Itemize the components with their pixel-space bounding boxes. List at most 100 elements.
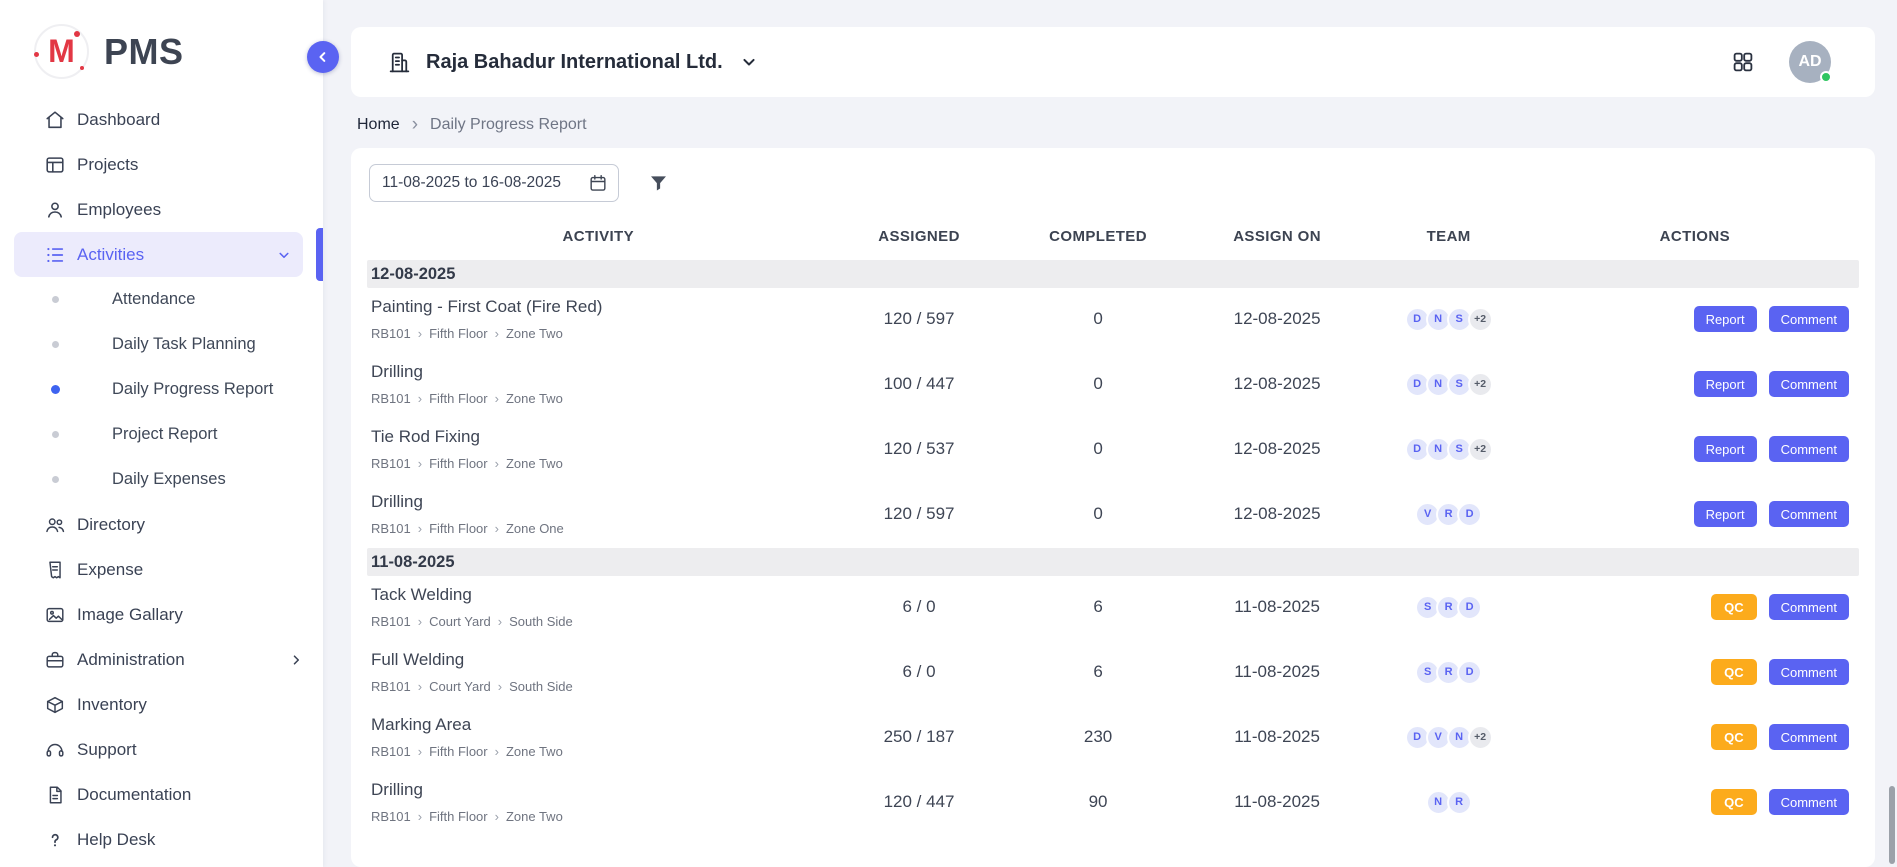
chevron-right-icon: ›	[495, 326, 499, 341]
sidebar-collapse-button[interactable]	[307, 41, 339, 73]
assigned-value: 120 / 597	[830, 504, 1009, 524]
team-avatar: D	[1457, 502, 1482, 527]
actions-cell: Report Comment	[1531, 436, 1859, 462]
qc-button[interactable]: QC	[1711, 789, 1757, 815]
chevron-right-icon: ›	[495, 744, 499, 759]
filter-icon[interactable]	[647, 172, 670, 195]
comment-button[interactable]: Comment	[1769, 724, 1849, 750]
path-segment: Zone Two	[506, 744, 563, 759]
activity-cell: Marking AreaRB101›Fifth Floor›Zone Two	[367, 715, 830, 759]
activity-cell: Tack Welding RB101›Court Yard›South Side	[367, 585, 830, 629]
actions-cell: Report Comment	[1531, 501, 1859, 527]
sidebar-item-expense[interactable]: Expense	[0, 547, 323, 592]
activity-name: Tack Welding	[371, 585, 830, 605]
chevron-right-icon: ›	[495, 391, 499, 406]
activity-cell: Full WeldingRB101›Court Yard›South Side	[367, 650, 830, 694]
qc-button[interactable]: QC	[1711, 659, 1757, 685]
path-segment: Zone Two	[506, 391, 563, 406]
qc-button[interactable]: QC	[1711, 594, 1757, 620]
sidebar-subitem-label: Daily Expenses	[112, 470, 226, 489]
report-button[interactable]: Report	[1694, 501, 1757, 527]
chevron-right-icon: ›	[418, 744, 422, 759]
table-row: Tie Rod FixingRB101›Fifth Floor›Zone Two…	[367, 418, 1859, 483]
team-extra-count: +2	[1468, 372, 1493, 397]
column-header-team: TEAM	[1367, 228, 1531, 245]
sidebar-item-employees[interactable]: Employees	[0, 187, 323, 232]
sidebar-item-dashboard[interactable]: Dashboard	[0, 97, 323, 142]
activity-path: RB101›Court Yard›South Side	[371, 614, 830, 629]
table-row: Marking AreaRB101›Fifth Floor›Zone Two25…	[367, 706, 1859, 771]
assign-on-date: 12-08-2025	[1188, 439, 1367, 459]
sidebar-item-activities[interactable]: Activities	[14, 232, 303, 277]
sidebar-subitem-daily-progress-report[interactable]: Daily Progress Report	[0, 367, 323, 412]
sidebar-item-projects[interactable]: Projects	[0, 142, 323, 187]
completed-value: 0	[1009, 374, 1188, 394]
comment-button[interactable]: Comment	[1769, 306, 1849, 332]
team-avatars: DNS+2	[1367, 437, 1531, 462]
sidebar-item-image-gallary[interactable]: Image Gallary	[0, 592, 323, 637]
report-button[interactable]: Report	[1694, 436, 1757, 462]
assigned-value: 120 / 537	[830, 439, 1009, 459]
assign-on-date: 12-08-2025	[1188, 309, 1367, 329]
online-status-dot	[1820, 71, 1832, 83]
path-segment: Zone Two	[506, 456, 563, 471]
sidebar-subitem-attendance[interactable]: Attendance	[0, 277, 323, 322]
apps-grid-icon[interactable]	[1731, 50, 1755, 74]
sidebar-item-documentation[interactable]: Documentation	[0, 772, 323, 817]
assigned-value: 120 / 597	[830, 309, 1009, 329]
assign-on-date: 12-08-2025	[1188, 504, 1367, 524]
comment-button[interactable]: Comment	[1769, 371, 1849, 397]
expense-icon	[44, 559, 66, 581]
activity-name: Drilling	[371, 362, 830, 382]
chevron-right-icon: ›	[495, 809, 499, 824]
qc-button[interactable]: QC	[1711, 724, 1757, 750]
breadcrumb-home[interactable]: Home	[357, 116, 400, 134]
user-avatar[interactable]: AD	[1789, 41, 1831, 83]
avatar-initials: AD	[1798, 53, 1821, 71]
logo-letter: M	[48, 33, 75, 70]
completed-value: 230	[1009, 727, 1188, 747]
table-row: DrillingRB101›Fifth Floor›Zone Two120 / …	[367, 771, 1859, 836]
sidebar-subitem-project-report[interactable]: Project Report	[0, 412, 323, 457]
actions-cell: QC Comment	[1531, 789, 1859, 815]
help-icon	[44, 829, 66, 851]
path-segment: Fifth Floor	[429, 391, 488, 406]
team-avatar: R	[1447, 790, 1472, 815]
sidebar-item-inventory[interactable]: Inventory	[0, 682, 323, 727]
gallery-icon	[44, 604, 66, 626]
sidebar-item-label: Directory	[77, 515, 145, 535]
sidebar-item-administration[interactable]: Administration	[0, 637, 323, 682]
actions-cell: QC Comment	[1531, 594, 1859, 620]
comment-button[interactable]: Comment	[1769, 594, 1849, 620]
sidebar-item-label: Support	[77, 740, 137, 760]
date-range-picker[interactable]	[369, 164, 619, 202]
report-button[interactable]: Report	[1694, 306, 1757, 332]
scrollbar-thumb[interactable]	[1889, 786, 1895, 864]
team-avatars: SRD	[1367, 595, 1531, 620]
actions-cell: Report Comment	[1531, 371, 1859, 397]
sidebar-item-support[interactable]: Support	[0, 727, 323, 772]
sidebar-subitem-daily-expenses[interactable]: Daily Expenses	[0, 457, 323, 502]
table-row: DrillingRB101›Fifth Floor›Zone One120 / …	[367, 483, 1859, 548]
company-selector[interactable]: Raja Bahadur International Ltd.	[387, 50, 759, 75]
sidebar-item-directory[interactable]: Directory	[0, 502, 323, 547]
path-segment: RB101	[371, 809, 411, 824]
completed-value: 0	[1009, 439, 1188, 459]
sidebar-item-label: Documentation	[77, 785, 191, 805]
logo-row: M PMS	[0, 0, 323, 93]
report-button[interactable]: Report	[1694, 371, 1757, 397]
sidebar-item-help-desk[interactable]: Help Desk	[0, 817, 323, 862]
completed-value: 6	[1009, 597, 1188, 617]
path-segment: Zone Two	[506, 809, 563, 824]
sidebar-subitem-daily-task-planning[interactable]: Daily Task Planning	[0, 322, 323, 367]
sidebar-nav: DashboardProjectsEmployeesActivitiesAtte…	[0, 93, 323, 862]
table-row: Full WeldingRB101›Court Yard›South Side6…	[367, 641, 1859, 706]
comment-button[interactable]: Comment	[1769, 501, 1849, 527]
directory-icon	[44, 514, 66, 536]
comment-button[interactable]: Comment	[1769, 789, 1849, 815]
date-range-input[interactable]	[382, 174, 588, 192]
team-avatars: DNS+2	[1367, 372, 1531, 397]
chevron-right-icon: ›	[418, 521, 422, 536]
comment-button[interactable]: Comment	[1769, 659, 1849, 685]
comment-button[interactable]: Comment	[1769, 436, 1849, 462]
